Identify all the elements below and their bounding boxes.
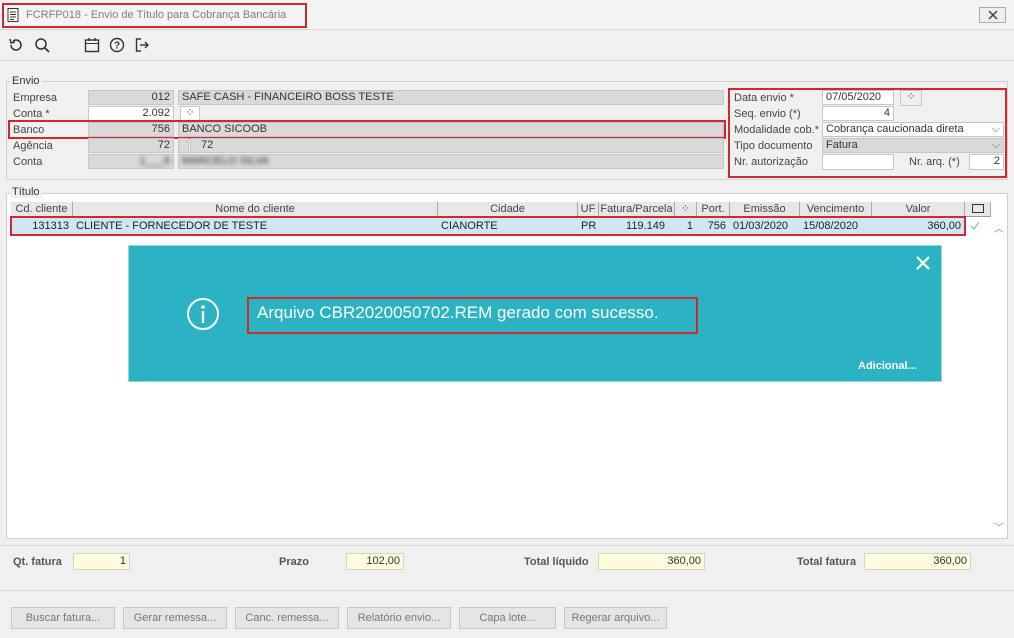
buscar-fatura-button[interactable]: Buscar fatura... xyxy=(11,607,115,629)
agencia-name-field: 72 xyxy=(190,138,724,153)
conta2-name-text: MARCELO SILVA xyxy=(182,155,270,167)
col-fatura-parcela[interactable]: Fatura/Parcela xyxy=(599,202,675,217)
highlight-title xyxy=(2,3,307,28)
buttons-divider xyxy=(0,590,1014,591)
col-emissao[interactable]: Emissão xyxy=(730,202,800,217)
relatorio-envio-button[interactable]: Relatório envio... xyxy=(347,607,451,629)
qt-fatura-field: 1 xyxy=(73,553,130,570)
row-checkbox[interactable] xyxy=(969,220,981,232)
agencia-label: Agência xyxy=(13,140,53,152)
calendar-icon[interactable] xyxy=(83,36,101,54)
toast-additional-link[interactable]: Adicional... xyxy=(858,360,917,372)
prazo-label: Prazo xyxy=(279,556,309,568)
envio-group-label: Envio xyxy=(10,75,42,87)
empresa-code-field: 012 xyxy=(88,90,174,105)
totals-divider xyxy=(0,545,1014,546)
toast-close-icon[interactable] xyxy=(913,253,933,273)
search-icon[interactable] xyxy=(33,36,51,54)
scroll-down-icon[interactable]: ﹀ xyxy=(994,519,1004,534)
col-cidade[interactable]: Cidade xyxy=(438,202,578,217)
toolbar-divider xyxy=(0,60,1014,61)
canc-remessa-button[interactable]: Canc. remessa... xyxy=(235,607,339,629)
refresh-icon[interactable] xyxy=(7,36,25,54)
col-nome-cliente[interactable]: Nome do cliente xyxy=(73,202,438,217)
total-liquido-label: Total líquido xyxy=(524,556,589,568)
agencia-digit-field xyxy=(178,138,189,153)
conta-lookup-button[interactable]: ⁘ xyxy=(180,106,200,121)
capa-lote-button[interactable]: Capa lote... xyxy=(459,607,556,629)
prazo-field: 102,00 xyxy=(346,553,404,570)
empresa-label: Empresa xyxy=(13,92,58,104)
col-port[interactable]: Port. xyxy=(697,202,730,217)
info-icon xyxy=(186,297,220,331)
conta2-code-text: 1___6 xyxy=(139,155,170,167)
titulo-group-label: Título xyxy=(10,186,42,198)
conta-input[interactable]: 2.092 xyxy=(88,106,174,121)
close-window-button[interactable] xyxy=(979,7,1006,23)
col-cd-cliente[interactable]: Cd. cliente xyxy=(11,202,73,217)
conta-label: Conta * xyxy=(13,108,50,120)
total-liquido-field: 360,00 xyxy=(598,553,705,570)
col-valor[interactable]: Valor xyxy=(872,202,965,217)
highlight-banco xyxy=(8,120,726,139)
qt-fatura-label: Qt. fatura xyxy=(13,556,62,568)
highlight-envio-right xyxy=(728,88,1007,178)
agencia-code-field: 72 xyxy=(88,138,174,153)
grid-scrollbar[interactable]: ︿ ﹀ xyxy=(992,218,1006,536)
col-uf[interactable]: UF xyxy=(578,202,599,217)
highlight-row xyxy=(10,216,966,236)
close-icon xyxy=(987,10,998,20)
conta2-name-field: MARCELO SILVA xyxy=(178,154,724,169)
regerar-arquivo-button[interactable]: Regerar arquivo... xyxy=(564,607,667,629)
gerar-remessa-button[interactable]: Gerar remessa... xyxy=(123,607,227,629)
conta2-code-field: 1___6 xyxy=(88,154,174,169)
col-flag[interactable]: ⁘ xyxy=(675,202,697,217)
total-fatura-field: 360,00 xyxy=(864,553,971,570)
exit-icon[interactable] xyxy=(133,36,151,54)
col-select-all[interactable] xyxy=(965,202,991,217)
help-icon[interactable]: ? xyxy=(108,36,126,54)
col-vencimento[interactable]: Vencimento xyxy=(800,202,872,217)
highlight-message xyxy=(247,297,698,334)
conta2-label: Conta xyxy=(13,156,43,168)
total-fatura-label: Total fatura xyxy=(797,556,857,568)
scroll-up-icon[interactable]: ︿ xyxy=(994,220,1004,235)
svg-text:?: ? xyxy=(114,41,120,52)
empresa-name-field: SAFE CASH - FINANCEIRO BOSS TESTE xyxy=(178,90,724,105)
